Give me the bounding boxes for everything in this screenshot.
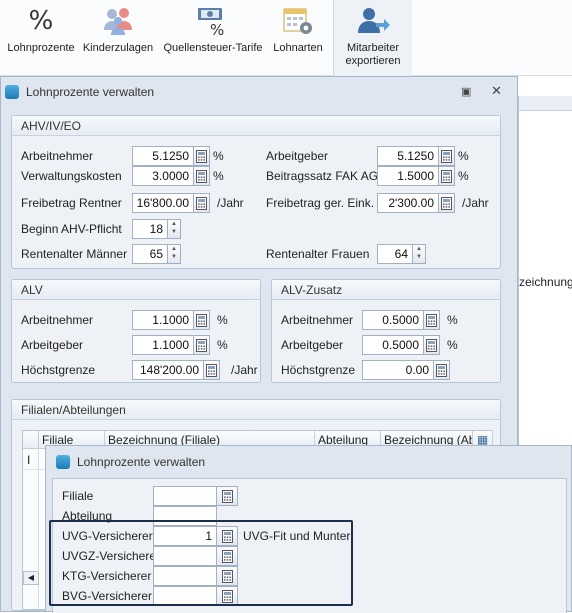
field-label: Arbeitgeber (21, 338, 84, 352)
ribbon-label: Lohnarten (273, 42, 323, 54)
field-label: Arbeitgeber (266, 149, 329, 163)
ribbon-label: Lohnprozente (7, 42, 75, 54)
alvz-hoechstgrenze-input[interactable]: 0.00 (362, 360, 434, 380)
alv-hoechstgrenze-input[interactable]: 148'200.00 (132, 360, 204, 380)
dialog-title: Lohnprozente verwalten (26, 85, 155, 99)
field-label: Beitragssatz FAK AG (266, 169, 379, 183)
dialog-titlebar: Lohnprozente verwalten ▣ ✕ (1, 77, 517, 107)
ribbon-quellensteuer-button[interactable]: % Quellensteuer-Tarife (159, 4, 267, 55)
app-icon (5, 85, 19, 99)
ribbon-separator (333, 0, 334, 76)
ribbon-kinderzulagen-button[interactable]: Kinderzulagen (80, 4, 156, 55)
alv-zusatz-group: ALV-Zusatz Arbeitnehmer 0.5000 % Arbeitg… (271, 279, 501, 383)
percent-icon: % (28, 5, 54, 36)
alvz-arbeitnehmer-input[interactable]: 0.5000 (362, 310, 424, 330)
group-title: ALV (12, 280, 260, 300)
calculator-icon[interactable] (203, 360, 220, 380)
field-label: Freibetrag ger. Eink. (266, 196, 375, 210)
field-label: Höchstgrenze (21, 363, 96, 377)
group-title: Filialen/Abteilungen (12, 400, 500, 420)
unit-label: % (213, 169, 224, 183)
ribbon-label: Quellensteuer-Tarife (163, 42, 263, 54)
calculator-icon[interactable] (433, 360, 450, 380)
ribbon-mitarbeiter-export-button[interactable]: Mitarbeiter exportieren (336, 4, 410, 68)
ahv-rentenalter-frauen-input[interactable]: 64 (377, 244, 413, 264)
family-icon (102, 4, 134, 38)
ahv-beitragssatz-input[interactable]: 1.5000 (377, 166, 439, 186)
calculator-icon[interactable] (193, 166, 210, 186)
field-label: Arbeitnehmer (21, 313, 94, 327)
unit-label: % (213, 149, 224, 163)
ahv-freibetrag-rentner-input[interactable]: 16'800.00 (132, 193, 194, 213)
field-label: Arbeitgeber (281, 338, 344, 352)
unit-label: % (447, 338, 458, 352)
unit-label: % (447, 313, 458, 327)
field-label: Filiale (62, 489, 94, 503)
field-label: Rentenalter Männer (21, 247, 128, 261)
background-grid: zeichnung) (519, 110, 572, 490)
unit-label: % (217, 338, 228, 352)
unit-label: /Jahr (217, 196, 244, 210)
group-title: AHV/IV/EO (12, 116, 500, 136)
calculator-icon[interactable] (193, 335, 210, 355)
field-label: Freibetrag Rentner (21, 196, 122, 210)
field-label: Rentenalter Frauen (266, 247, 370, 261)
unit-label: % (458, 149, 469, 163)
scroll-left-icon[interactable]: ◀ (23, 571, 39, 585)
spinner-icon[interactable]: ▲ ▼ (167, 219, 181, 239)
calculator-icon[interactable] (423, 335, 440, 355)
restore-icon[interactable]: ▣ (461, 85, 471, 98)
calculator-icon[interactable] (438, 146, 455, 166)
row-indicator-header (23, 431, 39, 449)
field-label: Arbeitnehmer (281, 313, 354, 327)
filiale-input[interactable] (153, 486, 217, 506)
calculator-icon[interactable] (438, 193, 455, 213)
close-icon[interactable]: ✕ (491, 83, 502, 99)
calculator-icon[interactable] (438, 166, 455, 186)
spinner-icon[interactable]: ▲ ▼ (412, 244, 426, 264)
ahv-beginn-input[interactable]: 18 (132, 219, 168, 239)
unit-label: % (458, 169, 469, 183)
unit-label: /Jahr (462, 196, 489, 210)
calendar-gear-icon (281, 4, 315, 38)
alvz-arbeitgeber-input[interactable]: 0.5000 (362, 335, 424, 355)
calculator-icon[interactable] (216, 486, 238, 506)
unit-label: % (217, 313, 228, 327)
field-label: Verwaltungskosten (21, 169, 122, 183)
ahv-freibetrag-ger-input[interactable]: 2'300.00 (377, 193, 439, 213)
ahv-rentenalter-maenner-input[interactable]: 65 (132, 244, 168, 264)
calculator-icon[interactable] (193, 310, 210, 330)
row-marker: I (27, 453, 31, 467)
highlight-frame (49, 520, 353, 606)
ahv-arbeitnehmer-input[interactable]: 5.1250 (132, 146, 194, 166)
calculator-icon[interactable] (423, 310, 440, 330)
field-label: Arbeitnehmer (21, 149, 94, 163)
field-label: Beginn AHV-Pflicht (21, 222, 122, 236)
alv-group: ALV Arbeitnehmer 1.1000 % Arbeitgeber 1.… (11, 279, 261, 383)
group-title: ALV-Zusatz (272, 280, 500, 300)
ribbon-lohnprozente-button[interactable]: % Lohnprozente (4, 4, 78, 55)
ribbon-label: Kinderzulagen (82, 42, 154, 54)
user-export-icon (356, 4, 390, 38)
calculator-icon[interactable] (193, 146, 210, 166)
money-percent-icon: % (196, 4, 230, 38)
ribbon-lohnarten-button[interactable]: Lohnarten (268, 4, 328, 55)
alv-arbeitgeber-input[interactable]: 1.1000 (132, 335, 194, 355)
svg-text:%: % (210, 21, 224, 37)
dialog-title: Lohnprozente verwalten (77, 455, 206, 469)
unit-label: /Jahr (231, 363, 258, 377)
ahv-group: AHV/IV/EO Arbeitnehmer 5.1250 % Verwaltu… (11, 115, 501, 269)
app-icon (56, 455, 70, 469)
ribbon-toolbar: % Lohnprozente Kinderzulagen % Quellenst… (0, 0, 572, 76)
spinner-icon[interactable]: ▲ ▼ (167, 244, 181, 264)
ahv-verwaltungskosten-input[interactable]: 3.0000 (132, 166, 194, 186)
field-label: Höchstgrenze (281, 363, 356, 377)
row-indicator-column (23, 449, 39, 609)
dialog-titlebar: Lohnprozente verwalten (46, 446, 571, 478)
background-column-header: zeichnung) (519, 275, 572, 289)
ahv-arbeitgeber-input[interactable]: 5.1250 (377, 146, 439, 166)
calculator-icon[interactable] (193, 193, 210, 213)
alv-arbeitnehmer-input[interactable]: 1.1000 (132, 310, 194, 330)
ribbon-label: Mitarbeiter exportieren (345, 42, 401, 67)
